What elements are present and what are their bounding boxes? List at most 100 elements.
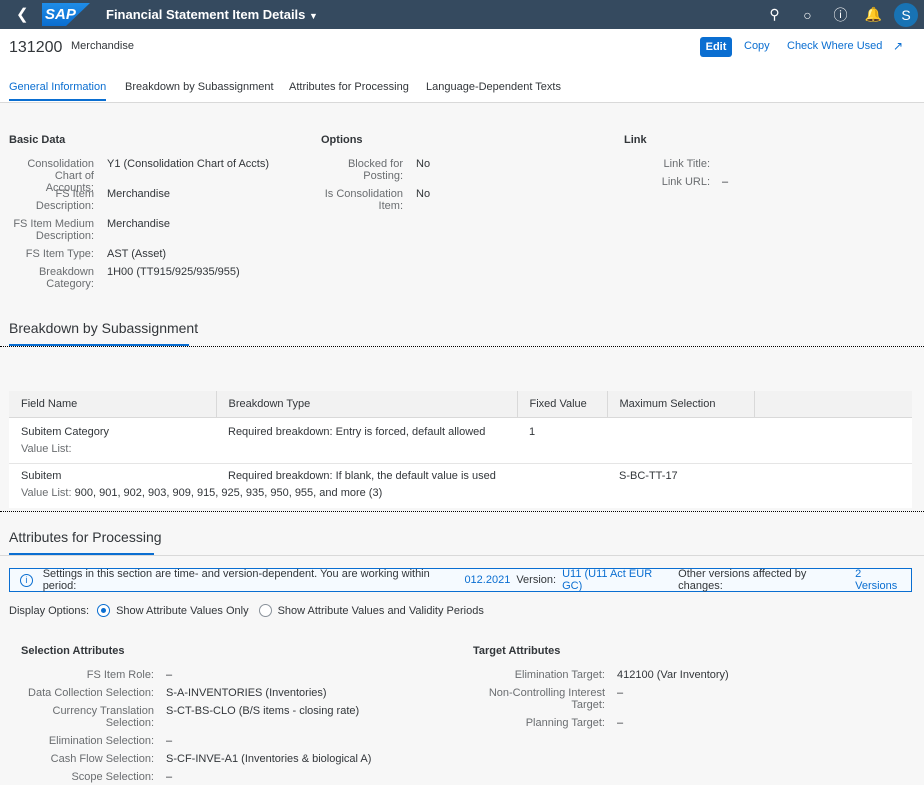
value-list-label: Value List:: [21, 487, 72, 499]
sap-logo[interactable]: SAP: [42, 3, 90, 26]
field-label-currency-translation-selection: Currency Translation Selection:: [9, 705, 155, 729]
label-line: Item:: [378, 200, 403, 212]
app-title-text: Financial Statement Item Details: [106, 7, 306, 22]
column-header-empty: [754, 391, 912, 418]
radio-label-show-values-and-validity[interactable]: Show Attribute Values and Validity Perio…: [278, 605, 484, 617]
field-value-fs-item-description: Merchandise: [107, 188, 170, 200]
label-line: Currency Translation: [52, 705, 155, 717]
field-value-breakdown-category: 1H00 (TT915/925/935/955): [107, 266, 240, 278]
field-label-planning-target: Planning Target:: [525, 717, 605, 729]
app-title[interactable]: Financial Statement Item Details ▼: [106, 7, 318, 22]
field-label-scope-selection: Scope Selection:: [71, 771, 154, 783]
sap-logo-text: SAP: [45, 6, 76, 23]
tab-attributes-for-processing[interactable]: Attributes for Processing: [289, 81, 409, 99]
cell-fixed-value: 1: [529, 425, 536, 438]
field-value-consolidation-chart: Y1 (Consolidation Chart of Accts): [107, 158, 270, 170]
chevron-down-icon: ▼: [309, 11, 318, 21]
field-value-non-controlling-interest-target: –: [617, 687, 624, 699]
basic-data-title: Basic Data: [9, 134, 66, 146]
tab-general-information[interactable]: General Information: [9, 81, 107, 101]
section-divider: [0, 346, 924, 347]
other-versions-link[interactable]: 2 Versions: [855, 568, 905, 592]
field-value-currency-translation-selection: S-CT-BS-CLO (B/S items - closing rate): [166, 705, 360, 717]
section-divider: [0, 555, 924, 556]
notification-bell-icon[interactable]: 🔔: [857, 6, 890, 23]
value-list-cell: Value List:: [9, 443, 912, 464]
attributes-section-title: Attributes for Processing: [9, 529, 162, 545]
value-list-values: 900, 901, 902, 903, 909, 915, 925, 935, …: [74, 487, 383, 499]
field-value-link-url: –: [722, 176, 729, 188]
copilot-icon[interactable]: ○: [791, 7, 824, 23]
target-attributes-title: Target Attributes: [473, 645, 561, 657]
column-header-breakdown-type[interactable]: Breakdown Type: [216, 391, 518, 418]
field-label-link-title: Link Title:: [663, 158, 710, 170]
search-icon[interactable]: ⚲: [758, 6, 791, 23]
shell-actions: ⚲ ○ ⓘ 🔔 S: [758, 0, 924, 29]
help-icon[interactable]: ⓘ: [824, 5, 857, 25]
radio-show-values-only[interactable]: [97, 604, 111, 617]
field-label-blocked-for-posting: Blocked for Posting:: [321, 158, 403, 182]
field-label-cash-flow-selection: Cash Flow Selection:: [50, 753, 154, 765]
breakdown-table: Field Name Breakdown Type Fixed Value Ma…: [9, 391, 912, 508]
cell-maximum-selection: S-BC-TT-17: [619, 469, 678, 482]
field-value-fs-item-medium-description: Merchandise: [107, 218, 170, 230]
table-row-value-list: Value List:: [9, 443, 912, 464]
field-label-link-url: Link URL:: [661, 176, 710, 188]
field-label-is-consolidation-item: Is Consolidation Item:: [321, 188, 403, 212]
object-description: Merchandise: [71, 40, 134, 52]
field-value-scope-selection: –: [166, 771, 173, 783]
edit-button[interactable]: Edit: [700, 37, 732, 57]
radio-show-values-and-validity[interactable]: [258, 604, 272, 617]
field-label-elimination-target: Elimination Target:: [514, 669, 605, 681]
column-header-fixed-value[interactable]: Fixed Value: [517, 391, 608, 418]
back-icon[interactable]: ❮: [16, 5, 29, 23]
field-label-non-controlling-interest-target: Non-Controlling Interest Target:: [460, 687, 605, 711]
section-divider: [0, 511, 924, 512]
shell-bar: ❮ SAP Financial Statement Item Details ▼…: [0, 0, 924, 29]
field-label-breakdown-category: Breakdown Category:: [9, 266, 94, 290]
share-icon[interactable]: ↗: [893, 39, 903, 53]
label-line: Description:: [35, 200, 94, 212]
breakdown-section-title: Breakdown by Subassignment: [9, 320, 199, 336]
label-line: Blocked for: [347, 158, 403, 170]
table-row[interactable]: Subitem Required breakdown: If blank, th…: [9, 463, 912, 487]
cell-breakdown-type: Required breakdown: Entry is forced, def…: [228, 425, 486, 438]
period-link[interactable]: 012.2021: [464, 574, 510, 586]
label-line: Selection:: [105, 717, 154, 729]
tab-breakdown-by-subassignment[interactable]: Breakdown by Subassignment: [125, 81, 274, 99]
label-line: Breakdown: [38, 266, 94, 278]
info-icon: i: [20, 573, 33, 587]
version-label: Version:: [516, 574, 557, 586]
display-options: Display Options: Show Attribute Values O…: [9, 604, 484, 617]
label-line: Description:: [35, 230, 94, 242]
field-label-fs-item-medium-description: FS Item Medium Description:: [9, 218, 94, 242]
column-header-field-name[interactable]: Field Name: [9, 391, 217, 418]
object-header: 131200 Merchandise Edit Copy Check Where…: [0, 29, 924, 103]
radio-label-show-values-only[interactable]: Show Attribute Values Only: [116, 605, 248, 617]
cell-empty: [754, 463, 912, 487]
info-message-strip: i Settings in this section are time- and…: [9, 568, 912, 592]
object-id: 131200: [9, 39, 63, 56]
other-versions-label: Other versions affected by changes:: [678, 568, 807, 592]
version-link[interactable]: U11 (U11 Act EUR GC): [562, 568, 672, 592]
field-value-fs-item-type: AST (Asset): [107, 248, 167, 260]
cell-field-name: Subitem: [21, 469, 62, 482]
field-value-planning-target: –: [617, 717, 624, 729]
label-line: Is Consolidation: [324, 188, 403, 200]
column-header-maximum-selection[interactable]: Maximum Selection: [607, 391, 755, 418]
tab-language-dependent-texts[interactable]: Language-Dependent Texts: [426, 81, 561, 99]
field-label-elimination-selection: Elimination Selection:: [48, 735, 154, 747]
label-line: Posting:: [363, 170, 403, 182]
field-value-data-collection-selection: S-A-INVENTORIES (Inventories): [166, 687, 327, 699]
label-line: FS Item Medium: [13, 218, 94, 230]
label-line: FS Item: [55, 188, 94, 200]
check-where-used-button[interactable]: Check Where Used: [787, 40, 882, 52]
field-value-cash-flow-selection: S-CF-INVE-A1 (Inventories & biological A…: [166, 753, 372, 765]
field-label-fs-item-role: FS Item Role:: [86, 669, 154, 681]
table-header-row: Field Name Breakdown Type Fixed Value Ma…: [9, 391, 912, 418]
table-row[interactable]: Subitem Category Required breakdown: Ent…: [9, 417, 912, 443]
copy-button[interactable]: Copy: [744, 40, 770, 52]
field-value-is-consolidation-item: No: [416, 188, 431, 200]
user-avatar[interactable]: S: [894, 2, 918, 27]
label-line: Category:: [46, 278, 94, 290]
